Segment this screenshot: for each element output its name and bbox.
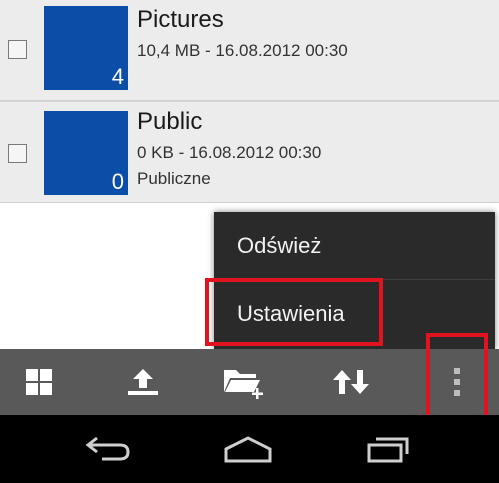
recent-apps-button[interactable] <box>343 415 433 483</box>
list-item[interactable]: 0 Public 0 KB - 16.08.2012 00:30 Publicz… <box>0 101 499 203</box>
folder-thumbnail: 0 <box>44 111 128 195</box>
file-name: Public <box>137 108 202 136</box>
bottom-toolbar <box>0 349 499 415</box>
highlight-box-settings <box>205 278 383 346</box>
select-checkbox[interactable] <box>8 144 27 163</box>
file-meta: 0 KB - 16.08.2012 00:30 <box>137 143 321 163</box>
file-name: Pictures <box>137 6 224 34</box>
sort-button[interactable] <box>316 349 386 415</box>
new-folder-button[interactable] <box>210 349 280 415</box>
recent-apps-icon <box>365 434 411 464</box>
sort-icon <box>331 367 371 397</box>
item-count: 4 <box>112 64 124 90</box>
home-button[interactable] <box>203 415 293 483</box>
grid-view-icon <box>25 368 53 396</box>
file-description: Publiczne <box>137 169 211 189</box>
item-count: 0 <box>112 169 124 195</box>
menu-item-refresh[interactable]: Odśwież <box>214 212 495 280</box>
upload-button[interactable] <box>108 349 178 415</box>
upload-icon <box>126 367 160 397</box>
select-checkbox[interactable] <box>8 40 27 59</box>
system-nav-bar <box>0 415 499 483</box>
highlight-box-overflow <box>426 333 488 422</box>
grid-view-button[interactable] <box>4 349 74 415</box>
new-folder-icon <box>222 364 268 400</box>
folder-thumbnail: 4 <box>44 6 128 90</box>
home-icon <box>222 435 274 463</box>
file-meta: 10,4 MB - 16.08.2012 00:30 <box>137 41 348 61</box>
back-icon <box>82 435 132 463</box>
back-button[interactable] <box>62 415 152 483</box>
list-item[interactable]: 4 Pictures 10,4 MB - 16.08.2012 00:30 <box>0 0 499 101</box>
